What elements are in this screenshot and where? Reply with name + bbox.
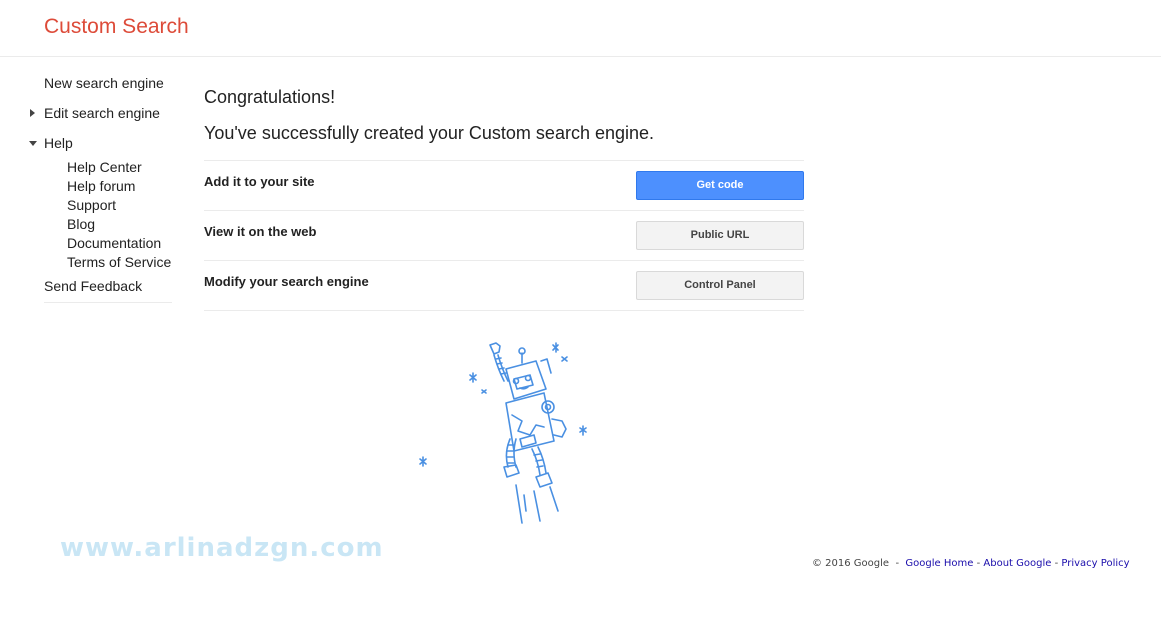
help-item-documentation[interactable]: Documentation [67,234,173,253]
help-item-terms-of-service[interactable]: Terms of Service [67,253,173,272]
watermark-text: www.arlinadzgn.com [60,533,384,563]
action-row-add-to-site: Add it to your site Get code [204,161,804,211]
help-item-help-center[interactable]: Help Center [67,158,173,177]
help-item-blog[interactable]: Blog [67,215,173,234]
copyright-text: © 2016 Google [812,558,890,569]
help-item-support[interactable]: Support [67,196,173,215]
header: Custom Search [0,0,1161,57]
help-item-help-forum[interactable]: Help forum [67,177,173,196]
action-row-modify-engine: Modify your search engine Control Panel [204,261,804,311]
sidebar-item-label: Help [44,135,73,151]
public-url-button[interactable]: Public URL [636,221,804,250]
footer: © 2016 Google - Google Home - About Goog… [812,558,1130,569]
sidebar-item-edit-search-engine[interactable]: Edit search engine [28,103,173,123]
sidebar-divider [44,302,172,303]
page: Custom Search New search engine Edit sea… [0,0,1161,642]
sidebar-item-help[interactable]: Help [28,133,173,153]
triangle-down-icon [29,141,37,146]
action-label: Modify your search engine [204,274,369,289]
custom-search-logo[interactable]: Custom Search [44,14,189,40]
google-home-link[interactable]: Google Home [905,558,973,569]
action-row-view-on-web: View it on the web Public URL [204,211,804,261]
sidebar-item-label: New search engine [44,75,164,91]
page-title: Congratulations! [204,87,336,107]
triangle-right-icon [30,109,35,117]
main-content: Congratulations! You've successfully cre… [204,86,804,311]
help-submenu: Help Center Help forum Support Blog Docu… [28,158,173,272]
send-feedback-link[interactable]: Send Feedback [28,276,173,296]
action-label: Add it to your site [204,174,315,189]
sidebar-item-new-search-engine[interactable]: New search engine [28,73,173,93]
action-label: View it on the web [204,224,317,239]
get-code-button[interactable]: Get code [636,171,804,200]
sidebar: New search engine Edit search engine Hel… [28,70,173,303]
sidebar-item-label: Edit search engine [44,105,160,121]
about-google-link[interactable]: About Google [983,558,1051,569]
action-list: Add it to your site Get code View it on … [204,160,804,311]
page-subtitle: You've successfully created your Custom … [204,123,655,143]
control-panel-button[interactable]: Control Panel [636,271,804,300]
privacy-policy-link[interactable]: Privacy Policy [1061,558,1129,569]
robot-illustration [419,342,587,524]
